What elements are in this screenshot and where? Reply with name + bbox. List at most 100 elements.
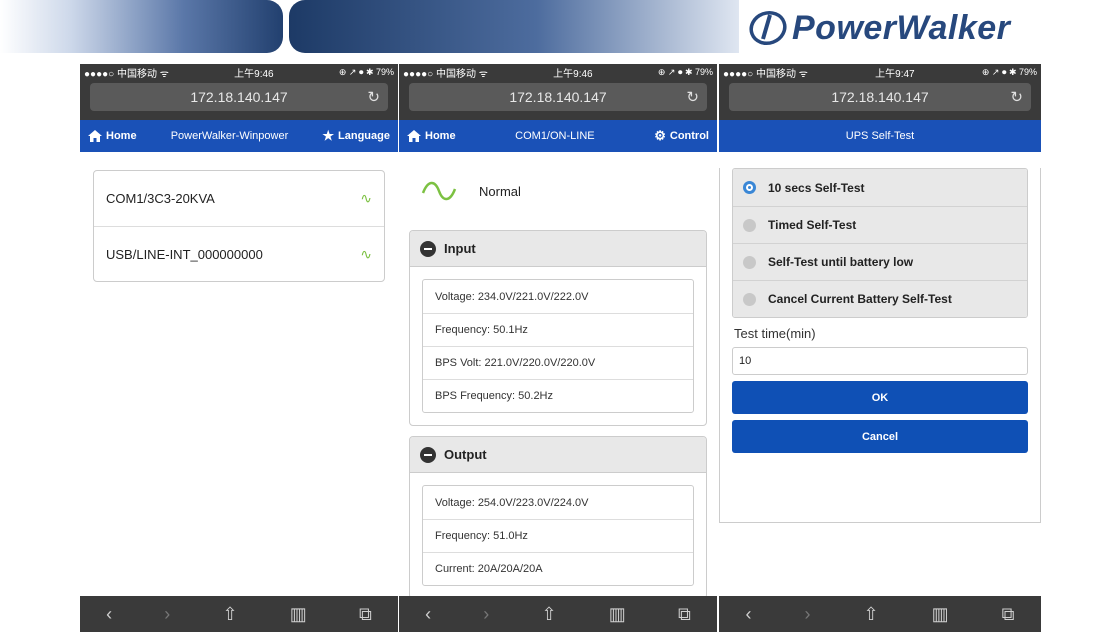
forward-icon[interactable]: › bbox=[805, 604, 811, 625]
powerwalker-logo: PowerWalker bbox=[748, 6, 1010, 50]
browser-toolbar: ‹ › ⇧ ▥ ⧉ bbox=[719, 596, 1041, 632]
url-bar[interactable]: 172.18.140.147 ↻ bbox=[90, 83, 388, 111]
url-text: 172.18.140.147 bbox=[190, 89, 288, 105]
tabs-icon[interactable]: ⧉ bbox=[359, 604, 372, 625]
radio-selected-icon bbox=[743, 181, 756, 194]
test-time-input[interactable]: 10 bbox=[732, 347, 1028, 375]
input-panel: Input Voltage: 234.0V/221.0V/222.0V Freq… bbox=[409, 230, 707, 426]
language-button[interactable]: ★ Language bbox=[322, 128, 390, 144]
sine-wave-icon bbox=[421, 181, 457, 201]
reload-icon[interactable]: ↻ bbox=[686, 88, 699, 106]
status-bar: ●●●●○ 中国移动 ᯤ 上午9:46 ⊕ ↗ ⏺ ✱ 79% bbox=[399, 64, 717, 80]
header-banner: PowerWalker bbox=[0, 0, 1105, 56]
forward-icon[interactable]: › bbox=[483, 604, 489, 625]
browser-url-area: 172.18.140.147 ↻ bbox=[719, 80, 1041, 120]
table-row: Current: 20A/20A/20A bbox=[423, 552, 693, 585]
home-icon bbox=[407, 130, 421, 142]
nav-title: COM1/ON-LINE bbox=[515, 130, 595, 142]
status-text: Normal bbox=[479, 183, 521, 199]
star-icon: ★ bbox=[322, 128, 335, 143]
reload-icon[interactable]: ↻ bbox=[367, 88, 380, 106]
browser-toolbar: ‹ › ⇧ ▥ ⧉ bbox=[399, 596, 717, 632]
radio-option-10-secs[interactable]: 10 secs Self-Test bbox=[733, 169, 1027, 206]
url-bar[interactable]: 172.18.140.147 ↻ bbox=[409, 83, 707, 111]
table-row: Frequency: 50.1Hz bbox=[423, 313, 693, 346]
url-text: 172.18.140.147 bbox=[509, 89, 607, 105]
input-panel-title: Input bbox=[444, 241, 476, 256]
language-label: Language bbox=[338, 130, 390, 142]
collapse-icon bbox=[420, 446, 436, 463]
output-panel-header[interactable]: Output bbox=[410, 437, 706, 473]
status-indicators: ⊕ ↗ ⏺ ✱ 79% bbox=[981, 66, 1037, 77]
sine-wave-icon: ∿ bbox=[360, 190, 372, 206]
forward-icon[interactable]: › bbox=[164, 604, 170, 625]
reload-icon[interactable]: ↻ bbox=[1010, 88, 1023, 106]
share-icon[interactable]: ⇧ bbox=[223, 604, 238, 625]
collapse-icon bbox=[420, 240, 436, 257]
status-bar: ●●●●○ 中国移动 ᯤ 上午9:47 ⊕ ↗ ⏺ ✱ 79% bbox=[719, 64, 1041, 80]
status-time: 上午9:46 bbox=[234, 68, 274, 80]
back-icon[interactable]: ‹ bbox=[746, 604, 752, 625]
ok-button[interactable]: OK bbox=[732, 381, 1028, 414]
tabs-icon[interactable]: ⧉ bbox=[1002, 604, 1015, 625]
input-panel-header[interactable]: Input bbox=[410, 231, 706, 267]
app-navbar: UPS Self-Test bbox=[719, 120, 1041, 152]
table-row: BPS Frequency: 50.2Hz bbox=[423, 379, 693, 412]
radio-icon bbox=[743, 292, 756, 306]
slide: PowerWalker ●●●●○ 中国移动 ᯤ 上午9:46 ⊕ ↗ ⏺ ✱ … bbox=[0, 0, 1105, 632]
share-icon[interactable]: ⇧ bbox=[542, 604, 557, 625]
url-text: 172.18.140.147 bbox=[831, 89, 929, 105]
device-name: COM1/3C3-20KVA bbox=[106, 191, 215, 206]
app-navbar: Home PowerWalker-Winpower ★ Language bbox=[80, 120, 398, 152]
status-bar: ●●●●○ 中国移动 ᯤ 上午9:46 ⊕ ↗ ⏺ ✱ 79% bbox=[80, 64, 398, 80]
input-rows: Voltage: 234.0V/221.0V/222.0V Frequency:… bbox=[422, 279, 694, 413]
device-name: USB/LINE-INT_000000000 bbox=[106, 246, 263, 262]
gear-icon: ⚙ bbox=[654, 128, 666, 143]
test-time-label: Test time(min) bbox=[734, 326, 816, 341]
logo-text: PowerWalker bbox=[792, 8, 1011, 47]
radio-option-timed[interactable]: Timed Self-Test bbox=[733, 206, 1027, 243]
list-item[interactable]: COM1/3C3-20KVA ∿ bbox=[94, 171, 384, 226]
control-button[interactable]: ⚙ Control bbox=[654, 128, 709, 144]
bookmarks-icon[interactable]: ▥ bbox=[290, 604, 307, 625]
cancel-button[interactable]: Cancel bbox=[732, 420, 1028, 453]
share-icon[interactable]: ⇧ bbox=[864, 604, 879, 625]
table-row: Frequency: 51.0Hz bbox=[423, 519, 693, 552]
radio-icon bbox=[743, 255, 756, 269]
carrier-signal: ●●●●○ 中国移动 ᯤ bbox=[84, 68, 169, 80]
app-navbar: Home COM1/ON-LINE ⚙ Control bbox=[399, 120, 717, 152]
home-label: Home bbox=[106, 130, 137, 142]
phone-screen-device-list: ●●●●○ 中国移动 ᯤ 上午9:46 ⊕ ↗ ⏺ ✱ 79% 172.18.1… bbox=[80, 64, 398, 632]
carrier-signal: ●●●●○ 中国移动 ᯤ bbox=[403, 68, 488, 80]
nav-title: PowerWalker-Winpower bbox=[170, 130, 289, 142]
home-button[interactable]: Home bbox=[88, 130, 137, 142]
back-icon[interactable]: ‹ bbox=[106, 604, 112, 625]
status-indicators: ⊕ ↗ ⏺ ✱ 79% bbox=[338, 66, 394, 77]
radio-option-cancel-self-test[interactable]: Cancel Current Battery Self-Test bbox=[733, 280, 1027, 317]
option-label: Timed Self-Test bbox=[768, 218, 857, 232]
option-label: Self-Test until battery low bbox=[768, 255, 914, 269]
browser-url-area: 172.18.140.147 ↻ bbox=[80, 80, 398, 120]
bookmarks-icon[interactable]: ▥ bbox=[932, 604, 949, 625]
tabs-icon[interactable]: ⧉ bbox=[678, 604, 691, 625]
option-label: Cancel Current Battery Self-Test bbox=[768, 292, 952, 306]
ups-status-row: Normal bbox=[399, 152, 717, 230]
url-bar[interactable]: 172.18.140.147 ↻ bbox=[729, 83, 1031, 111]
device-list: COM1/3C3-20KVA ∿ USB/LINE-INT_000000000 … bbox=[93, 170, 385, 282]
phone-screen-ups-status: ●●●●○ 中国移动 ᯤ 上午9:46 ⊕ ↗ ⏺ ✱ 79% 172.18.1… bbox=[399, 64, 717, 632]
self-test-form: 10 secs Self-Test Timed Self-Test Self-T… bbox=[719, 168, 1041, 523]
status-time: 上午9:47 bbox=[875, 68, 915, 80]
bookmarks-icon[interactable]: ▥ bbox=[609, 604, 626, 625]
output-panel: Output Voltage: 254.0V/223.0V/224.0V Fre… bbox=[409, 436, 707, 599]
table-row: BPS Volt: 221.0V/220.0V/220.0V bbox=[423, 346, 693, 379]
banner-left-bar bbox=[0, 0, 283, 53]
output-rows: Voltage: 254.0V/223.0V/224.0V Frequency:… bbox=[422, 485, 694, 586]
table-row: Voltage: 254.0V/223.0V/224.0V bbox=[435, 496, 589, 509]
radio-option-until-battery-low[interactable]: Self-Test until battery low bbox=[733, 243, 1027, 280]
powerwalker-logo-icon bbox=[749, 11, 787, 45]
radio-icon bbox=[743, 218, 756, 232]
list-item[interactable]: USB/LINE-INT_000000000 ∿ bbox=[94, 226, 384, 281]
status-indicators: ⊕ ↗ ⏺ ✱ 79% bbox=[657, 66, 713, 77]
home-button[interactable]: Home bbox=[407, 130, 456, 142]
back-icon[interactable]: ‹ bbox=[425, 604, 431, 625]
